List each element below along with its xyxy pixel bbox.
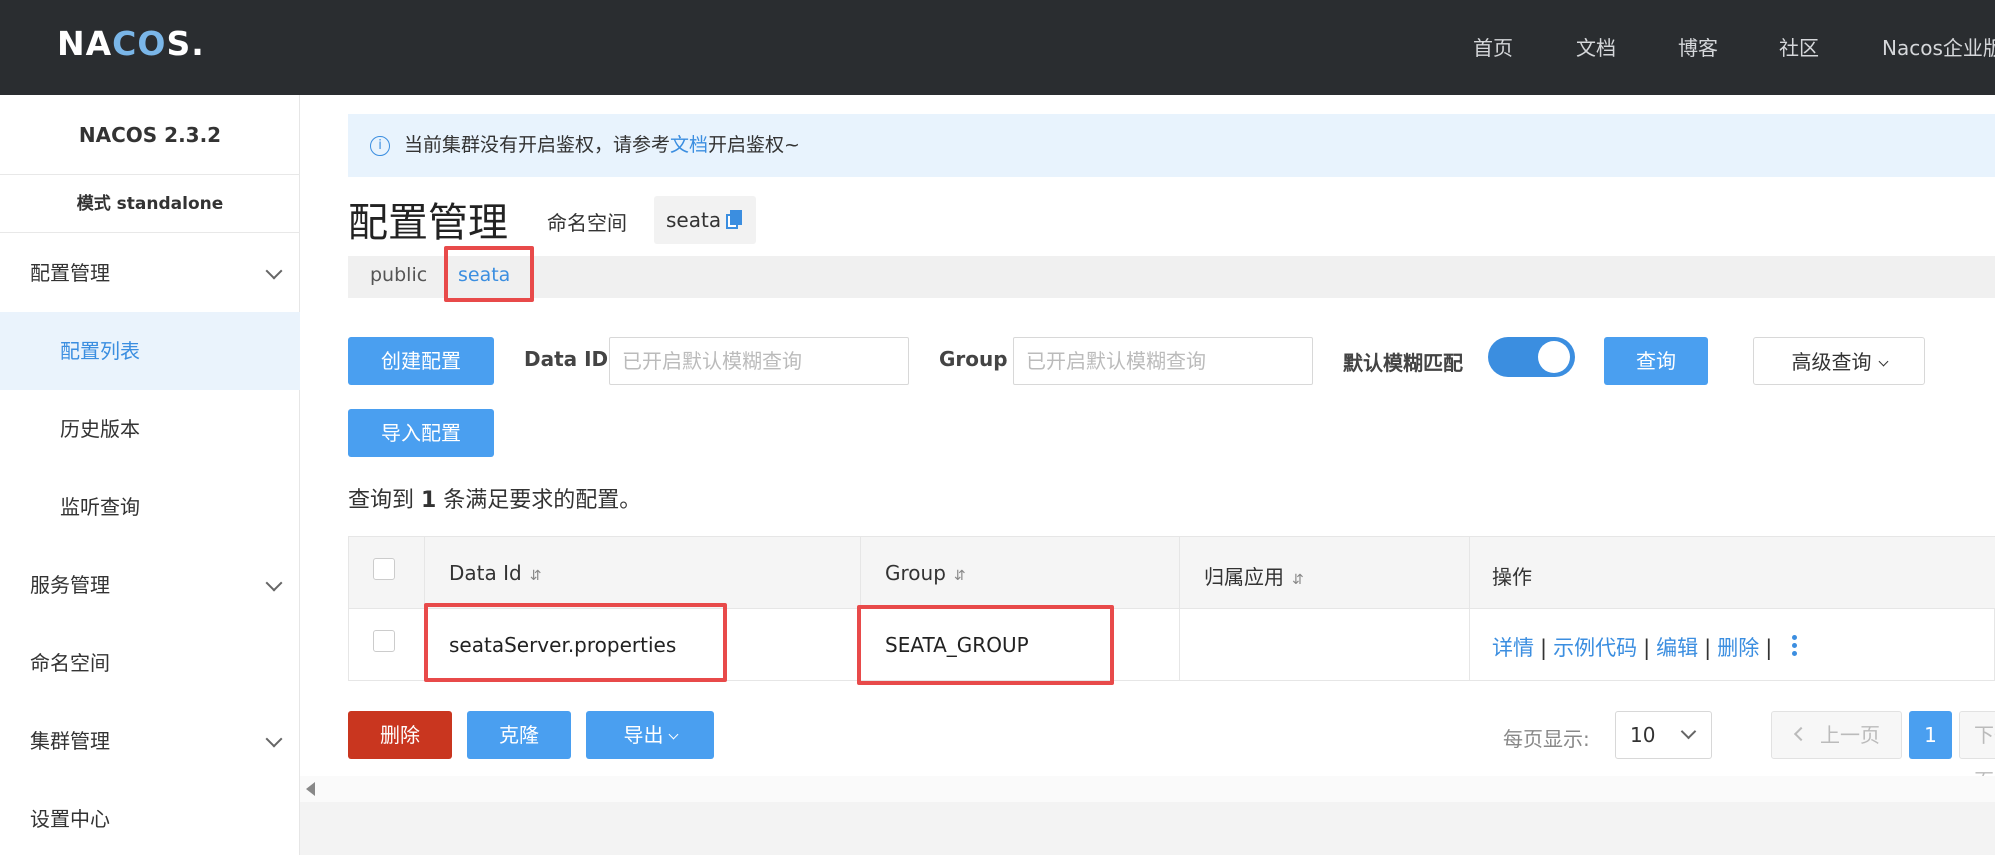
sidebar-item-history[interactable]: 历史版本 [0,390,300,468]
notice-text: 当前集群没有开启鉴权，请参考文档开启鉴权~ [404,134,800,156]
sidebar-item-label: 集群管理 [30,729,110,753]
auth-notice: i 当前集群没有开启鉴权，请参考文档开启鉴权~ [348,114,1995,177]
delete-link[interactable]: 删除 [1717,636,1759,660]
chevron-down-icon [1878,356,1888,367]
export-button[interactable]: 导出 [586,711,714,759]
column-header-group[interactable]: Group ⇵ [885,561,966,585]
column-header-data-id[interactable]: Data Id ⇵ [449,561,541,585]
horizontal-scrollbar[interactable] [300,776,1995,802]
namespace-label: 命名空间 [547,211,627,235]
nav-community[interactable]: 社区 [1779,32,1819,61]
chevron-down-icon [265,262,283,280]
toggle-knob [1538,341,1570,373]
nav-docs[interactable]: 文档 [1576,32,1616,61]
sort-icon[interactable]: ⇵ [954,568,966,584]
next-page-button[interactable]: 下一页 [1959,711,1995,793]
sort-icon[interactable]: ⇵ [530,568,542,584]
row-checkbox[interactable] [373,630,395,652]
sidebar-item-label: 监听查询 [60,495,140,519]
clone-button[interactable]: 克隆 [467,711,571,759]
more-actions-icon[interactable] [1792,635,1798,659]
info-icon: i [370,136,390,156]
nav-home[interactable]: 首页 [1473,32,1513,61]
advanced-query-button[interactable]: 高级查询 [1753,337,1925,385]
sidebar-item-label: 历史版本 [60,417,140,441]
page-number-1[interactable]: 1 [1909,711,1952,759]
select-all-checkbox[interactable] [373,558,395,580]
column-divider [1469,537,1470,680]
sidebar-item-cluster-management[interactable]: 集群管理 [0,702,300,780]
sidebar-item-settings[interactable]: 设置中心 [0,780,300,855]
data-id-label: Data ID [524,347,609,371]
chevron-down-icon [1680,723,1697,740]
query-button[interactable]: 查询 [1604,337,1708,385]
namespace-chip: seata [654,196,756,244]
column-header-app[interactable]: 归属应用 ⇵ [1204,561,1304,590]
sample-code-link[interactable]: 示例代码 [1553,636,1637,660]
highlight-box [424,603,727,682]
table-header [349,537,1995,609]
sidebar-item-namespace[interactable]: 命名空间 [0,624,300,702]
page-size-label: 每页显示: [1503,727,1590,751]
sidebar-item-label: 设置中心 [30,807,110,831]
docs-link[interactable]: 文档 [670,134,708,156]
result-summary: 查询到 1 条满足要求的配置。 [348,488,642,513]
top-navbar: NACOS. 首页 文档 博客 社区 Nacos企业版 [0,0,1995,95]
sidebar-item-label: 服务管理 [30,573,110,597]
sidebar-item-listener-query[interactable]: 监听查询 [0,468,300,546]
chevron-left-icon [1793,726,1809,742]
nacos-logo[interactable]: NACOS. [57,24,205,63]
namespace-tab-public[interactable]: public [370,264,427,286]
chevron-down-icon [265,730,283,748]
sidebar-item-label: 配置管理 [30,261,110,285]
column-divider [1179,537,1180,680]
footer-area [300,802,1995,855]
row-actions: 详情 | 示例代码 | 编辑 | 删除 | [1492,636,1773,660]
sidebar-item-label: 配置列表 [60,339,140,363]
import-config-button[interactable]: 导入配置 [348,409,494,457]
sort-icon[interactable]: ⇵ [1292,572,1304,588]
sidebar: NACOS 2.3.2 模式 standalone 配置管理 配置列表 历史版本… [0,95,300,855]
namespace-tabs: public | seata [348,256,1995,298]
page-size-select[interactable]: 10 [1615,711,1712,759]
sidebar-item-service-management[interactable]: 服务管理 [0,546,300,624]
prev-page-button[interactable]: 上一页 [1771,711,1902,759]
chevron-down-icon [668,729,678,740]
mode-label: 模式 standalone [0,175,300,233]
sidebar-item-config-list[interactable]: 配置列表 [0,312,300,390]
copy-icon[interactable] [726,210,742,229]
fuzzy-match-toggle[interactable] [1488,337,1575,377]
batch-delete-button[interactable]: 删除 [348,711,452,759]
page-title: 配置管理 [348,200,508,246]
highlight-box [857,605,1114,685]
version-label: NACOS 2.3.2 [0,95,300,175]
create-config-button[interactable]: 创建配置 [348,337,494,385]
nav-blog[interactable]: 博客 [1678,32,1718,61]
scroll-left-icon[interactable] [306,782,315,796]
data-id-input[interactable]: 已开启默认模糊查询 [609,337,909,385]
detail-link[interactable]: 详情 [1492,636,1534,660]
sidebar-item-config-management[interactable]: 配置管理 [0,234,300,312]
group-input[interactable]: 已开启默认模糊查询 [1013,337,1313,385]
edit-link[interactable]: 编辑 [1656,636,1698,660]
column-header-actions: 操作 [1492,565,1532,589]
fuzzy-match-label: 默认模糊匹配 [1343,351,1463,375]
nav-enterprise[interactable]: Nacos企业版 [1882,32,1995,61]
sidebar-item-label: 命名空间 [30,651,110,675]
highlight-box [444,246,534,302]
chevron-down-icon [265,574,283,592]
group-label: Group [939,347,1008,371]
